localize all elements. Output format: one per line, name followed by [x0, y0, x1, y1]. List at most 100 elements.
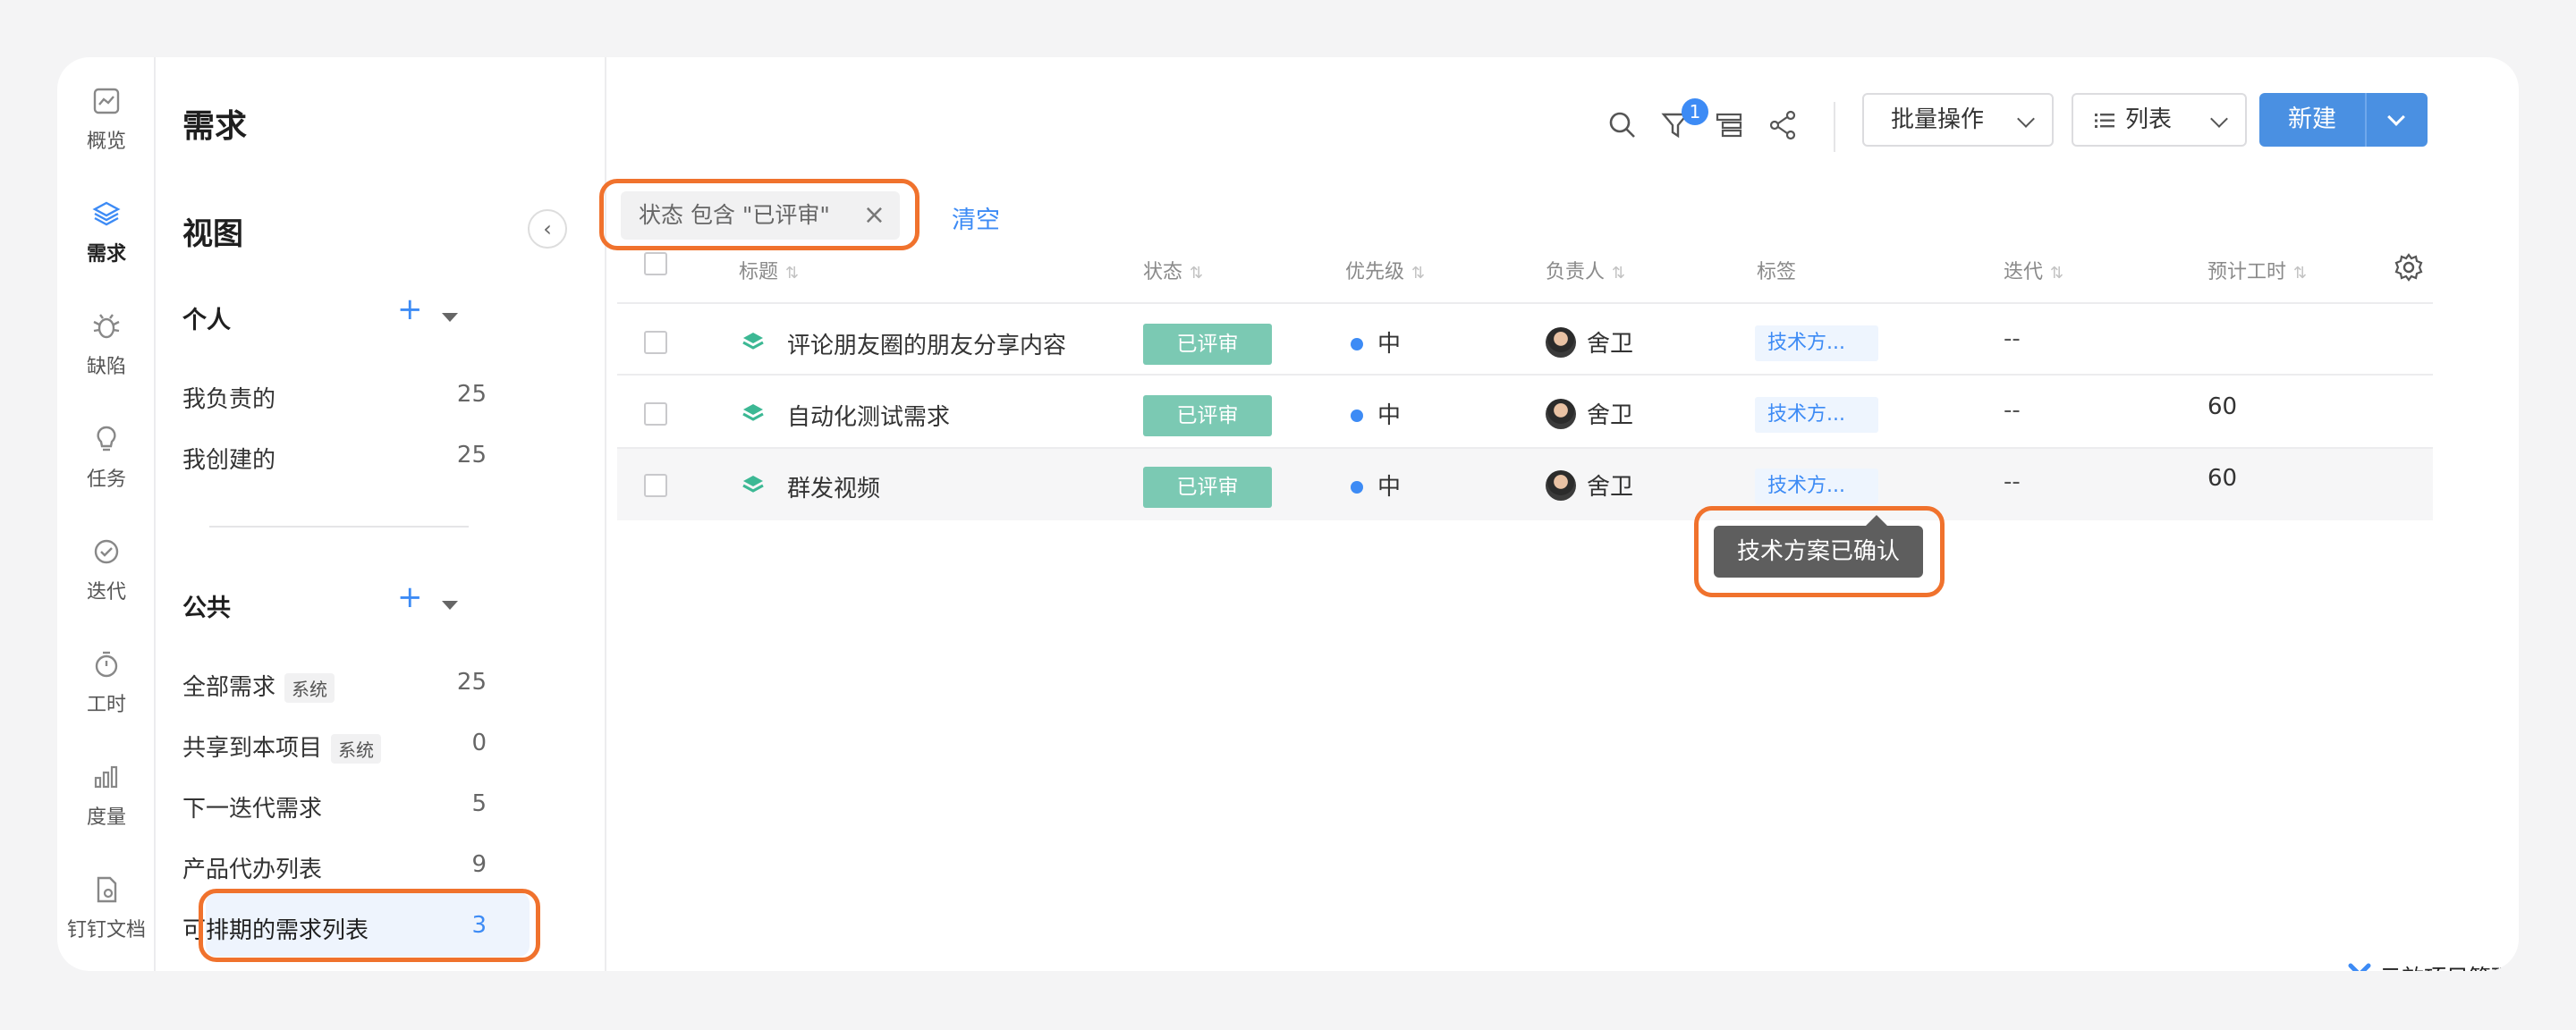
group-public-label: 公共 — [182, 595, 231, 622]
estimate-value[interactable]: 60 — [2207, 393, 2237, 420]
nav-label: 任务 — [86, 469, 126, 491]
highlight-tooltip — [1694, 506, 1945, 597]
app-card: 概览 需求 缺陷 任务 迭代 工时 度量 钉钉文档 需求 视图 个人 + 我负责… — [57, 57, 2519, 971]
collapse-panel-button[interactable]: ‹ — [528, 209, 567, 249]
view-mode-select[interactable]: 列表 — [2072, 93, 2247, 147]
iteration-value[interactable]: -- — [2004, 469, 2021, 495]
row-title[interactable]: 评论朋友圈的朋友分享内容 — [787, 327, 1066, 360]
column-header-status[interactable]: 状态 ⇅ — [1143, 256, 1203, 284]
nav-item-metrics[interactable]: 度量 — [57, 762, 156, 830]
row-title[interactable]: 群发视频 — [787, 470, 880, 503]
view-item-backlog[interactable]: 产品代办列表 — [182, 851, 415, 884]
chevron-down-icon — [2210, 110, 2228, 128]
view-count: 25 — [456, 442, 487, 469]
group-by-icon[interactable] — [1712, 107, 1748, 143]
nav-label: 概览 — [86, 131, 126, 153]
tag-chip[interactable]: 技术方... — [1755, 397, 1878, 433]
toolbar-divider — [1834, 102, 1835, 152]
overview-icon — [93, 88, 120, 114]
stopwatch-icon — [95, 651, 118, 678]
column-header-owner[interactable]: 负责人 ⇅ — [1546, 256, 1625, 284]
add-public-view-icon[interactable]: + — [397, 579, 423, 615]
view-count: 25 — [456, 669, 487, 696]
select-all-checkbox[interactable] — [644, 252, 667, 275]
priority-dot — [1351, 409, 1363, 422]
nav-item-tasks[interactable]: 任务 — [57, 424, 156, 492]
status-badge[interactable]: 已评审 — [1143, 395, 1272, 436]
filter-count-badge: 1 — [1682, 98, 1708, 125]
priority-value[interactable]: 中 — [1377, 397, 1401, 430]
batch-actions-button[interactable]: 批量操作 — [1862, 93, 2054, 147]
iteration-value[interactable]: -- — [2004, 397, 2021, 424]
requirement-icon — [742, 476, 764, 493]
view-count: 0 — [471, 730, 487, 756]
view-item-my-responsible[interactable]: 我负责的 — [182, 381, 415, 414]
views-title: 视图 — [182, 216, 243, 252]
column-header-estimate[interactable]: 预计工时 ⇅ — [2207, 256, 2307, 284]
share-icon[interactable] — [1766, 107, 1801, 143]
nav-item-bugs[interactable]: 缺陷 — [57, 311, 156, 379]
owner-name[interactable]: 舍卫 — [1587, 397, 1633, 430]
view-item-my-created[interactable]: 我创建的 — [182, 442, 415, 475]
priority-value[interactable]: 中 — [1377, 469, 1401, 502]
new-button[interactable]: 新建 — [2259, 93, 2428, 147]
chevron-down-icon[interactable] — [2387, 108, 2405, 126]
iteration-value[interactable]: -- — [2004, 325, 2021, 352]
estimate-value[interactable]: 60 — [2207, 465, 2237, 492]
row-title[interactable]: 自动化测试需求 — [787, 399, 950, 432]
status-badge[interactable]: 已评审 — [1143, 467, 1272, 508]
header-divider — [617, 302, 2433, 304]
gear-icon[interactable] — [2394, 252, 2424, 283]
bug-icon — [93, 314, 120, 339]
column-header-title[interactable]: 标题 ⇅ — [739, 256, 799, 284]
view-count: 9 — [471, 851, 487, 878]
system-tag: 系统 — [284, 673, 335, 703]
system-tag: 系统 — [331, 734, 382, 764]
nav-item-worklog[interactable]: 工时 — [57, 649, 156, 717]
row-checkbox[interactable] — [644, 331, 667, 354]
avatar — [1546, 470, 1576, 501]
requirement-icon — [742, 333, 764, 350]
add-personal-view-icon[interactable]: + — [397, 291, 423, 327]
priority-dot — [1351, 481, 1363, 494]
row-hover-bg — [617, 449, 2433, 520]
layers-icon — [92, 201, 121, 226]
nav-item-iterations[interactable]: 迭代 — [57, 536, 156, 604]
clear-filters-link[interactable]: 清空 — [952, 200, 1000, 235]
tag-chip[interactable]: 技术方... — [1755, 325, 1878, 361]
row-divider — [617, 447, 2433, 449]
bar-chart-icon — [94, 765, 118, 789]
row-checkbox[interactable] — [644, 402, 667, 426]
owner-name[interactable]: 舍卫 — [1587, 469, 1633, 502]
tag-chip[interactable]: 技术方... — [1755, 469, 1878, 504]
search-icon[interactable] — [1605, 107, 1640, 143]
brand-name: 云效项目管理 — [2379, 960, 2513, 971]
view-item-next-iteration[interactable]: 下一迭代需求 — [182, 790, 415, 823]
nav-label: 需求 — [86, 243, 126, 266]
caret-down-icon[interactable] — [442, 601, 458, 610]
view-item-shared[interactable]: 共享到本项目 系统 — [182, 730, 451, 764]
nav-item-docs[interactable]: 钉钉文档 — [57, 874, 156, 942]
doc-icon — [97, 876, 117, 903]
bulb-icon — [97, 426, 116, 452]
nav-label: 迭代 — [86, 581, 126, 604]
nav-label: 缺陷 — [86, 356, 126, 378]
row-checkbox[interactable] — [644, 474, 667, 497]
column-header-tags[interactable]: 标签 — [1757, 256, 1796, 284]
nav-label: 度量 — [86, 806, 126, 829]
avatar — [1546, 327, 1576, 358]
owner-name[interactable]: 舍卫 — [1587, 325, 1633, 359]
brand-logo-icon — [2348, 963, 2371, 971]
column-header-priority[interactable]: 优先级 ⇅ — [1345, 256, 1425, 284]
nav-item-overview[interactable]: 概览 — [57, 86, 156, 154]
status-badge[interactable]: 已评审 — [1143, 324, 1272, 365]
priority-value[interactable]: 中 — [1377, 325, 1401, 359]
column-header-iteration[interactable]: 迭代 ⇅ — [2004, 256, 2063, 284]
nav-label: 钉钉文档 — [66, 919, 146, 941]
view-item-all-requirements[interactable]: 全部需求 系统 — [182, 669, 451, 703]
new-button-label: 新建 — [2288, 106, 2336, 133]
page-title: 需求 — [182, 108, 248, 145]
list-icon — [2095, 114, 2114, 128]
nav-item-requirements[interactable]: 需求 — [57, 198, 156, 266]
caret-down-icon[interactable] — [442, 313, 458, 322]
